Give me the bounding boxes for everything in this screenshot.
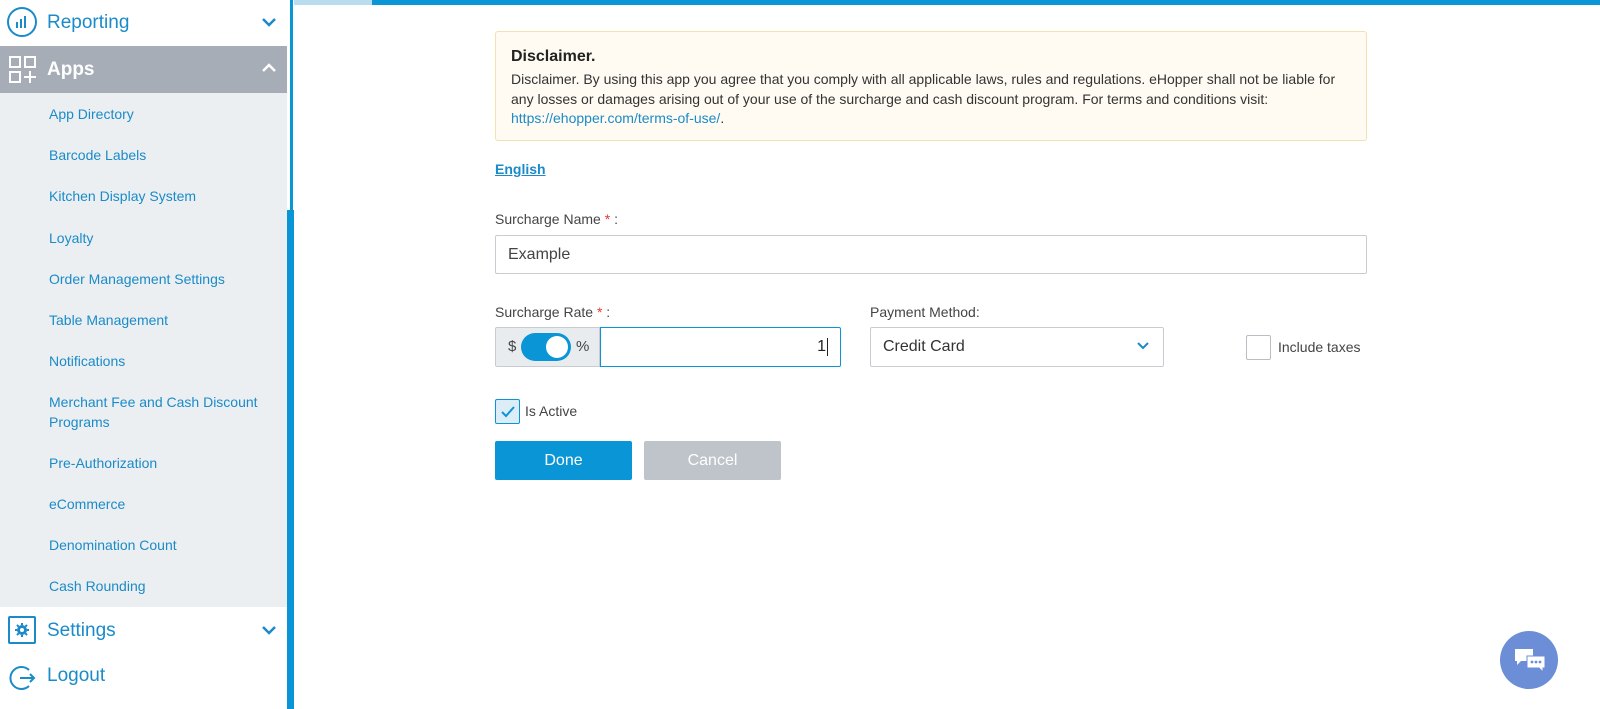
submenu-item-ecommerce[interactable]: eCommerce <box>49 494 274 514</box>
payment-method-value: Credit Card <box>883 338 965 355</box>
chevron-down-icon <box>1137 339 1149 353</box>
submenu-item-pre-authorization[interactable]: Pre-Authorization <box>49 453 274 473</box>
percent-symbol: % <box>576 338 590 355</box>
apps-submenu: App Directory Barcode Labels Kitchen Dis… <box>0 93 287 607</box>
apps-grid-icon <box>9 56 37 89</box>
submenu-item-notifications[interactable]: Notifications <box>49 351 274 371</box>
done-button[interactable]: Done <box>495 441 632 480</box>
include-taxes-label: Include taxes <box>1278 339 1361 355</box>
submenu-item-kitchen-display-system[interactable]: Kitchen Display System <box>49 186 274 206</box>
surcharge-name-label-text: Surcharge Name <box>495 211 601 227</box>
sidebar: Reporting Apps App Directory Barcode Lab… <box>0 0 294 709</box>
chat-bubble-icon <box>1515 649 1546 674</box>
submenu-item-order-management-settings[interactable]: Order Management Settings <box>49 269 274 289</box>
sidebar-item-settings-label: Settings <box>47 620 116 641</box>
sidebar-item-reporting-label: Reporting <box>47 12 130 33</box>
sidebar-item-settings[interactable]: Settings <box>0 608 287 654</box>
language-tab-english[interactable]: English <box>495 161 546 177</box>
submenu-item-app-directory[interactable]: App Directory <box>49 104 274 124</box>
submenu-item-loyalty[interactable]: Loyalty <box>49 228 274 248</box>
gear-icon <box>8 616 36 644</box>
sidebar-item-logout[interactable]: Logout <box>0 654 287 700</box>
text-cursor <box>827 338 828 356</box>
payment-method-select[interactable]: Credit Card <box>870 327 1164 367</box>
top-progress-highlight <box>294 0 372 5</box>
surcharge-name-label: Surcharge Name * : <box>495 211 618 227</box>
disclaimer-body: Disclaimer. By using this app you agree … <box>511 71 1336 107</box>
logout-icon <box>7 663 37 698</box>
dollar-symbol: $ <box>508 338 517 355</box>
surcharge-rate-input[interactable]: 1 <box>600 327 841 367</box>
chat-support-button[interactable] <box>1500 631 1558 689</box>
submenu-item-merchant-fee[interactable]: Merchant Fee and Cash Discount Programs <box>49 392 274 432</box>
submenu-item-cash-rounding[interactable]: Cash Rounding <box>49 576 274 596</box>
disclaimer-text: Disclaimer. By using this app you agree … <box>511 70 1351 129</box>
top-progress-bar <box>294 0 1600 5</box>
label-colon: : <box>614 211 618 227</box>
required-mark: * <box>596 304 603 320</box>
chevron-down-icon[interactable] <box>262 14 276 30</box>
submenu-item-table-management[interactable]: Table Management <box>49 310 274 330</box>
chevron-down-icon[interactable] <box>262 622 276 638</box>
label-colon: : <box>606 304 611 320</box>
surcharge-name-input[interactable]: Example <box>495 235 1367 274</box>
disclaimer-suffix: . <box>720 110 725 126</box>
sidebar-item-apps[interactable]: Apps <box>0 46 287 93</box>
chevron-up-icon[interactable] <box>262 60 276 76</box>
rate-type-toggle-group: $ % <box>495 327 600 367</box>
sidebar-item-apps-label: Apps <box>47 59 95 80</box>
checkmark-icon <box>500 406 515 418</box>
disclaimer-box: Disclaimer. Disclaimer. By using this ap… <box>495 31 1367 141</box>
include-taxes-checkbox[interactable] <box>1246 335 1271 360</box>
surcharge-rate-value: 1 <box>817 338 826 356</box>
terms-link[interactable]: https://ehopper.com/terms-of-use/ <box>511 110 720 126</box>
is-active-checkbox[interactable] <box>495 399 520 424</box>
cancel-button[interactable]: Cancel <box>644 441 781 480</box>
submenu-item-denomination-count[interactable]: Denomination Count <box>49 535 274 555</box>
reporting-chart-icon <box>7 7 37 37</box>
disclaimer-title: Disclaimer. <box>511 48 596 65</box>
surcharge-rate-label-text: Surcharge Rate <box>495 304 594 320</box>
sidebar-item-reporting[interactable]: Reporting <box>0 0 287 46</box>
sidebar-border <box>290 0 293 210</box>
payment-method-label: Payment Method: <box>870 304 980 320</box>
sidebar-item-logout-label: Logout <box>47 665 106 686</box>
submenu-item-barcode-labels[interactable]: Barcode Labels <box>49 145 274 165</box>
is-active-label: Is Active <box>525 403 578 419</box>
sidebar-scrollbar[interactable] <box>287 210 294 709</box>
rate-type-toggle[interactable] <box>521 333 571 361</box>
required-mark: * <box>604 211 611 227</box>
toggle-knob <box>546 336 568 358</box>
surcharge-rate-label: Surcharge Rate * : <box>495 304 610 320</box>
